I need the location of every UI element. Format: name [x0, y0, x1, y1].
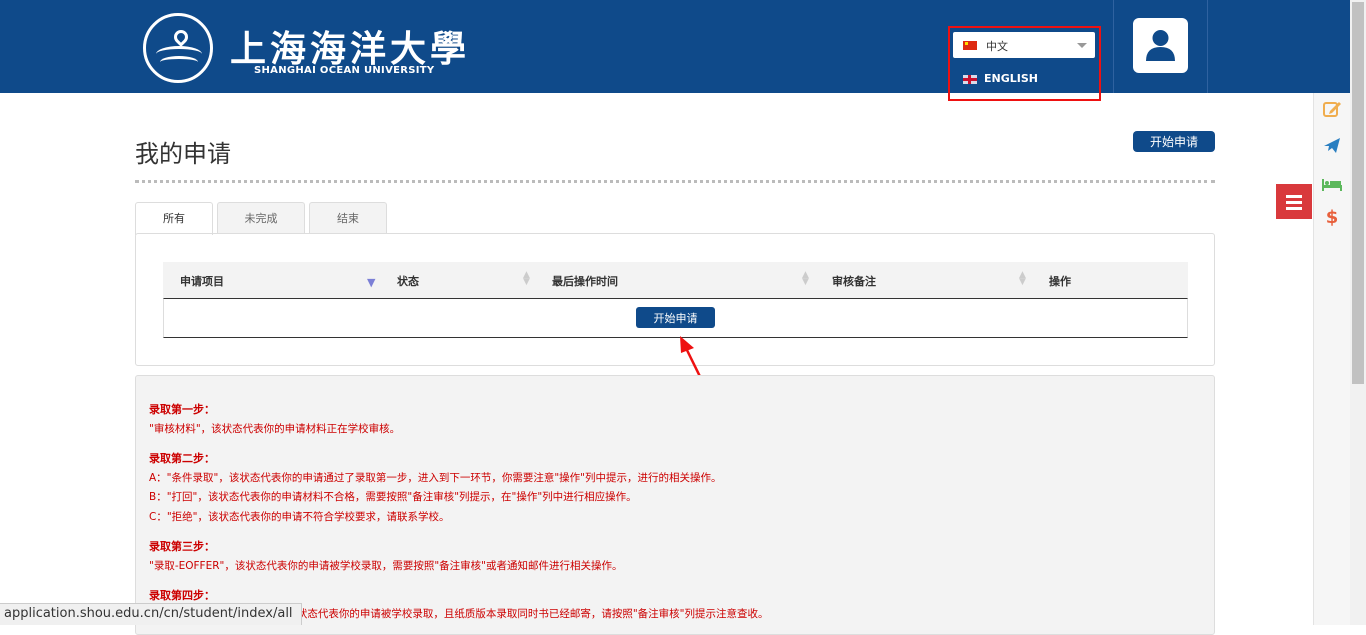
menu-button[interactable] — [1276, 184, 1312, 219]
site-header: 上海海洋大學 SHANGHAI OCEAN UNIVERSITY 中文 ENGL… — [0, 0, 1350, 101]
title-divider — [135, 180, 1215, 183]
status-bar-url: application.shou.edu.cn/cn/student/index… — [0, 603, 302, 625]
bed-icon[interactable] — [1321, 173, 1343, 195]
row-start-application-button[interactable]: 开始申请 — [636, 307, 715, 328]
chevron-down-icon — [1077, 43, 1087, 48]
header-divider — [1207, 0, 1208, 93]
header-divider — [1113, 0, 1114, 93]
column-label: 状态 — [397, 275, 419, 288]
uk-flag-icon — [963, 75, 977, 84]
user-avatar-button[interactable] — [1133, 18, 1188, 73]
step-title: 录取第四步： — [149, 589, 215, 602]
column-label: 操作 — [1049, 275, 1071, 288]
step-title: 录取第二步： — [149, 452, 215, 465]
step-title: 录取第三步： — [149, 540, 215, 553]
tab-finished[interactable]: 结束 — [309, 202, 387, 234]
plane-icon[interactable] — [1321, 134, 1343, 156]
language-option-english[interactable]: ENGLISH — [984, 72, 1038, 85]
column-label: 审核备注 — [832, 275, 876, 288]
page-title: 我的申请 — [135, 140, 231, 168]
university-seal-logo[interactable] — [143, 13, 213, 83]
start-application-button[interactable]: 开始申请 — [1133, 131, 1215, 152]
step-line: "审核材料"，该状态代表你的申请材料正在学校审核。 — [149, 423, 401, 435]
column-label: 申请项目 — [180, 275, 224, 288]
scrollbar-thumb[interactable] — [1352, 2, 1364, 384]
step-line: "录取-EOFFER"，该状态代表你的申请被学校录取，需要按照"备注审核"或者通… — [149, 560, 623, 572]
sort-icon[interactable]: ▲ ▼ — [802, 271, 809, 287]
step-line: A："条件录取"，该状态代表你的申请通过了录取第一步，进入到下一环节，你需要注意… — [149, 472, 722, 484]
sort-icon[interactable]: ▲ ▼ — [1019, 271, 1026, 287]
admission-steps-panel — [135, 375, 1215, 635]
step-line: C："拒绝"，该状态代表你的申请不符合学校要求，请联系学校。 — [149, 511, 450, 523]
column-label: 最后操作时间 — [552, 275, 618, 288]
tab-all[interactable]: 所有 — [135, 202, 213, 235]
page-scrollbar[interactable] — [1350, 0, 1366, 625]
sort-icon[interactable]: ▲ ▼ — [523, 271, 530, 287]
university-name-en: SHANGHAI OCEAN UNIVERSITY — [254, 65, 435, 76]
user-icon — [1146, 30, 1175, 61]
edit-icon[interactable] — [1321, 98, 1343, 120]
language-select[interactable]: 中文 — [953, 32, 1095, 58]
language-selected-label: 中文 — [986, 40, 1008, 53]
tab-incomplete[interactable]: 未完成 — [217, 202, 305, 234]
step-line: B："打回"，该状态代表你的申请材料不合格，需要按照"备注审核"列提示，在"操作… — [149, 491, 637, 503]
step-line: "，该状态代表你的申请被学校录取，且纸质版本录取同时书已经邮寄，请按照"备注审核… — [271, 608, 769, 620]
step-title: 录取第一步： — [149, 403, 215, 416]
dollar-icon[interactable]: $ — [1321, 207, 1343, 229]
language-switcher: 中文 ENGLISH — [948, 26, 1101, 101]
sort-descending-icon[interactable]: ▼ — [367, 276, 375, 289]
china-flag-icon — [963, 41, 977, 50]
